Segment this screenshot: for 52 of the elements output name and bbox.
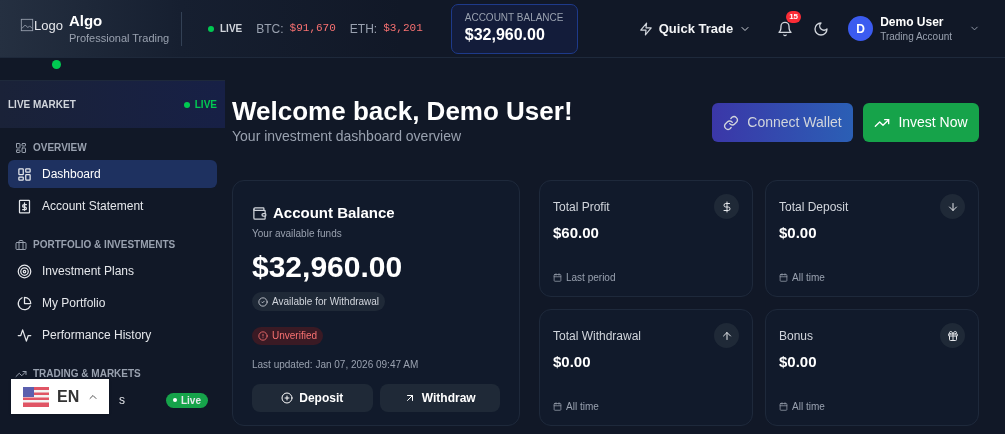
section-title: PORTFOLIO & INVESTMENTS — [33, 238, 176, 252]
user-avatar[interactable]: D — [848, 16, 874, 41]
welcome-subtitle: Your investment dashboard overview — [232, 127, 463, 145]
stat-label: Total Withdrawal — [553, 327, 642, 345]
nav-item[interactable]: Performance History — [8, 321, 217, 349]
deposit-button[interactable]: Deposit — [252, 383, 373, 412]
ticker-price: $91,670 — [289, 21, 336, 37]
card-title: Account Balance — [273, 203, 395, 223]
stat-value: $0.00 — [779, 352, 818, 372]
card-subtitle: Your available funds — [252, 226, 343, 241]
nav-item[interactable]: s Live — [119, 386, 217, 414]
section-title: TRADING & MARKETS — [33, 367, 141, 381]
stat-label: Total Deposit — [779, 198, 849, 216]
nav-item[interactable]: My Portfolio — [8, 289, 217, 317]
section-title: OVERVIEW — [33, 141, 87, 155]
unverified-tag: Unverified — [252, 326, 324, 345]
stat-value: $60.00 — [553, 223, 600, 243]
balance-amount: $32,960.00 — [252, 248, 404, 285]
quick-trade-button[interactable]: Quick Trade — [638, 18, 752, 39]
ticker-symbol: ETH: — [349, 20, 378, 38]
last-updated: Last updated: Jan 07, 2026 09:47 AM — [252, 357, 420, 372]
live-label: LIVE — [220, 22, 243, 36]
live-badge: Live — [166, 392, 208, 408]
stat-label: Bonus — [779, 327, 814, 345]
logo-alt-text: Logo — [34, 16, 63, 35]
connect-wallet-button[interactable]: Connect Wallet — [712, 103, 853, 142]
balance-label: ACCOUNT BALANCE — [464, 10, 564, 25]
stat-period: All time — [792, 270, 825, 285]
user-name: Demo User — [880, 14, 945, 30]
balance-value: $32,960.00 — [464, 24, 546, 45]
withdraw-button[interactable]: Withdraw — [379, 383, 500, 412]
stat-period: Last period — [566, 270, 616, 285]
account-type: Trading Account — [880, 29, 953, 43]
stat-period: All time — [792, 399, 825, 414]
stat-value: $0.00 — [779, 223, 818, 243]
stat-period: All time — [566, 399, 599, 414]
brand-name: Algo — [68, 11, 104, 30]
ticker-price: $3,201 — [383, 21, 423, 37]
live-status: LIVE — [194, 98, 217, 112]
available-tag: Available for Withdrawal — [252, 292, 386, 311]
stat-value: $0.00 — [553, 352, 592, 372]
language-code: EN — [57, 386, 80, 407]
nav-item[interactable]: Account Statement — [8, 192, 217, 220]
stat-label: Total Profit — [553, 198, 610, 216]
live-market-label: LIVE MARKET — [8, 98, 76, 112]
ticker-symbol: BTC: — [256, 20, 284, 38]
language-selector[interactable]: EN — [11, 379, 109, 414]
welcome-title: Welcome back, Demo User! — [232, 95, 573, 127]
notification-count: 15 — [786, 10, 802, 23]
nav-item[interactable]: Investment Plans — [8, 257, 217, 285]
nav-item[interactable]: Dashboard — [8, 160, 217, 188]
brand-tagline: Professional Trading — [68, 30, 170, 46]
